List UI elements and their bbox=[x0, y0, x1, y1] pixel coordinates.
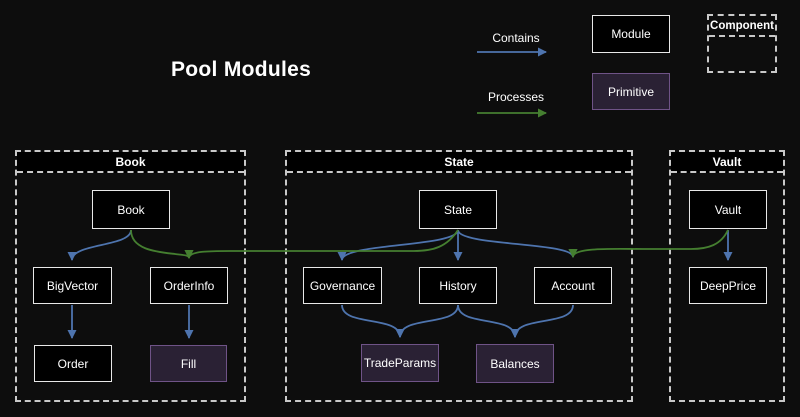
node-fill: Fill bbox=[150, 345, 227, 382]
legend-primitive-label: Primitive bbox=[608, 85, 654, 99]
node-bigvector: BigVector bbox=[33, 267, 112, 304]
container-state-title: State bbox=[287, 152, 631, 173]
legend-component-label: Component bbox=[709, 16, 775, 37]
node-state-node: State bbox=[419, 190, 497, 229]
node-governance: Governance bbox=[303, 267, 382, 304]
container-book-title: Book bbox=[17, 152, 244, 173]
node-orderinfo: OrderInfo bbox=[150, 267, 228, 304]
node-deepprice: DeepPrice bbox=[689, 267, 767, 304]
container-vault-title: Vault bbox=[671, 152, 783, 173]
legend-module-label: Module bbox=[611, 27, 650, 41]
legend-processes-label: Processes bbox=[477, 90, 555, 104]
node-book-node: Book bbox=[92, 190, 170, 229]
node-history: History bbox=[419, 267, 497, 304]
node-tradeparams: TradeParams bbox=[361, 344, 439, 382]
node-vault-node: Vault bbox=[689, 190, 767, 229]
page-title: Pool Modules bbox=[171, 58, 311, 82]
node-balances: Balances bbox=[476, 344, 554, 383]
diagram-canvas: Pool Modules Contains Processes Module P… bbox=[0, 0, 800, 417]
node-order: Order bbox=[34, 345, 112, 382]
legend-module-box: Module bbox=[592, 15, 670, 53]
node-account: Account bbox=[534, 267, 612, 304]
legend-primitive-box: Primitive bbox=[592, 73, 670, 110]
legend-contains-label: Contains bbox=[477, 31, 555, 45]
legend-component-box: Component bbox=[707, 14, 777, 73]
